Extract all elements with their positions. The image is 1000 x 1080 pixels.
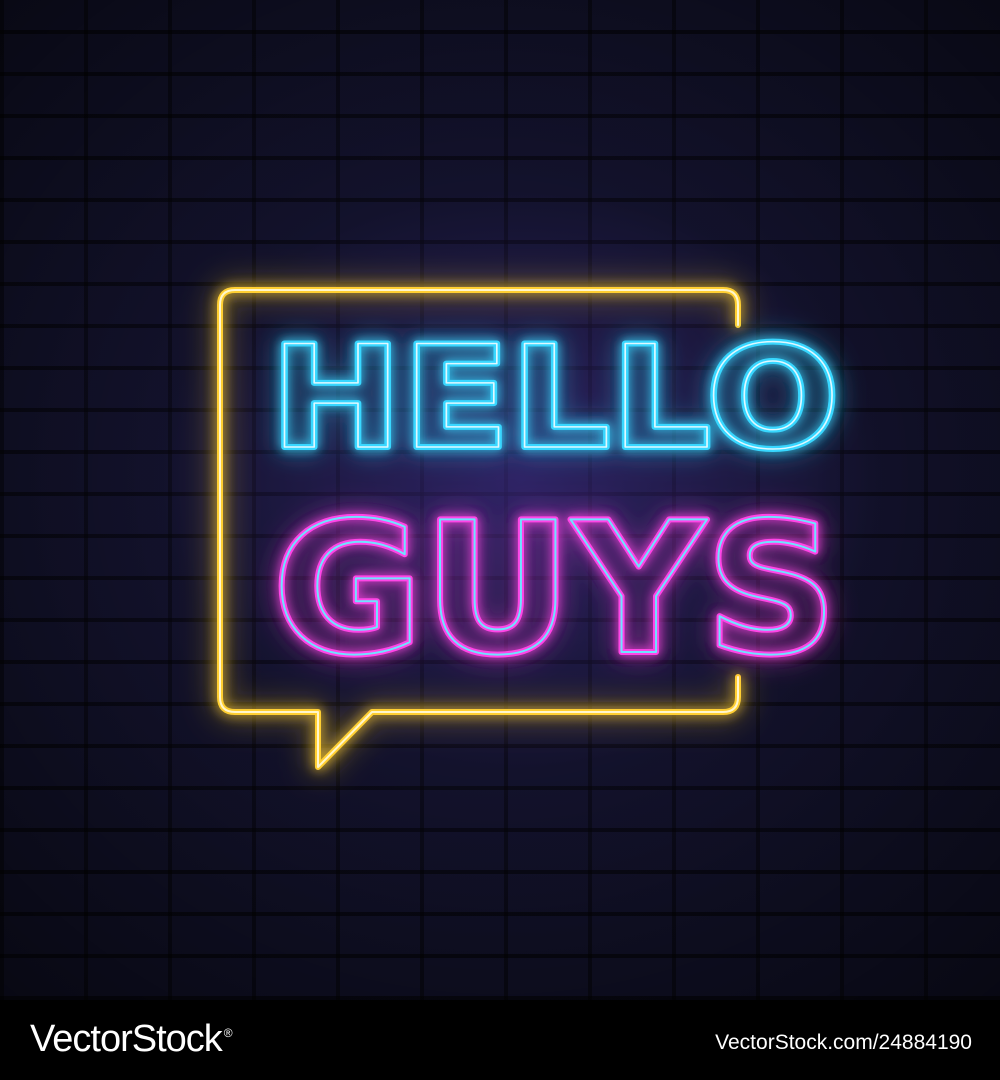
registered-mark: ® (223, 1026, 233, 1041)
brand-name: VectorStock (30, 1018, 223, 1060)
vectorstock-logo: VectorStock ® (30, 1018, 233, 1061)
guys-text-inner-tube: GUYS (273, 483, 838, 695)
neon-sign-image: HELLO HELLO GUYS GUYS VectorStock ® Vecto… (0, 0, 1000, 1080)
image-id-text: VectorStock.com/24884190 (715, 1031, 972, 1054)
hello-text-core: HELLO (270, 316, 840, 481)
watermark-footer: VectorStock ® VectorStock.com/24884190 (0, 1000, 1000, 1080)
neon-sign: HELLO HELLO GUYS GUYS (217, 287, 843, 770)
